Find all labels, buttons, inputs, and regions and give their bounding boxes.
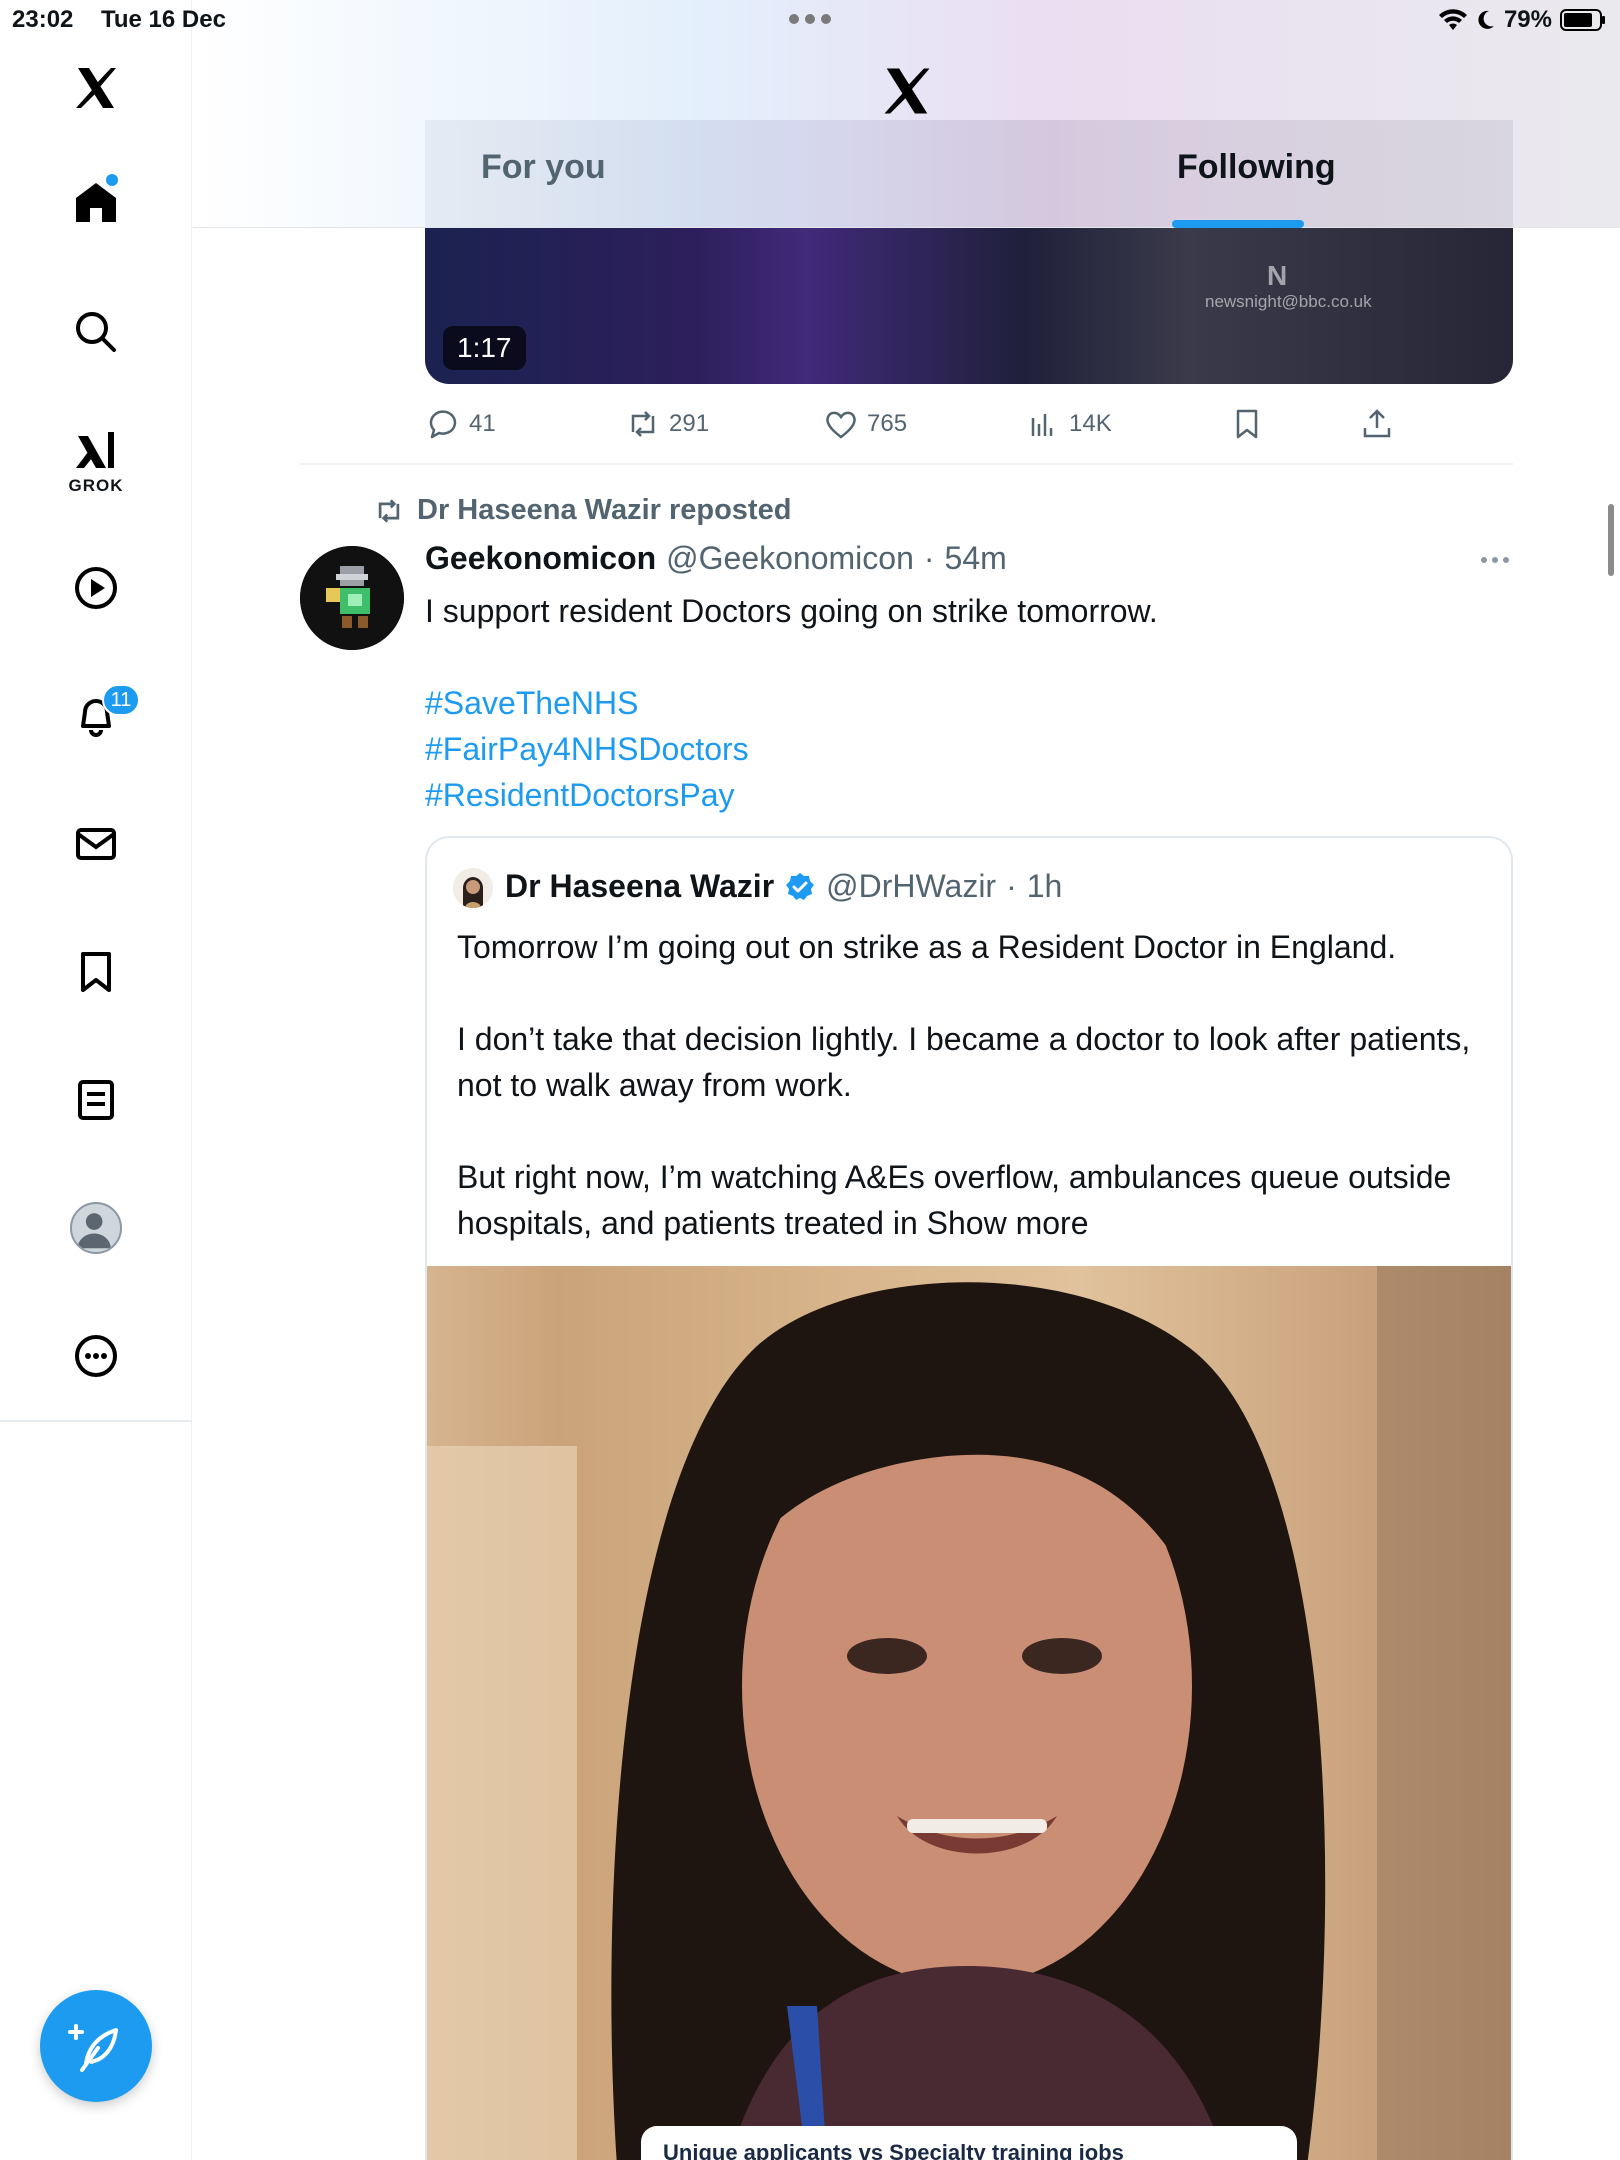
video-duration: 1:17 xyxy=(443,326,526,370)
previous-post-actions: 41 291 765 14K xyxy=(425,402,1513,446)
post-timestamp[interactable]: 54m xyxy=(945,540,1007,577)
reply-count: 41 xyxy=(469,410,496,437)
bookmark-post-button[interactable] xyxy=(1229,402,1265,446)
home-button[interactable] xyxy=(56,162,136,242)
more-button[interactable] xyxy=(56,1316,136,1396)
status-indicators: 79% xyxy=(1438,4,1606,36)
share-icon xyxy=(1363,409,1391,438)
quoted-author-portrait-icon xyxy=(453,868,493,908)
repost-count: 291 xyxy=(669,410,710,437)
hashtag-link[interactable]: #ResidentDoctorsPay xyxy=(425,772,749,818)
verified-badge-icon xyxy=(786,872,815,900)
view-count: 14K xyxy=(1069,410,1112,437)
status-time: 23:02 xyxy=(12,6,74,33)
x-logo-button[interactable] xyxy=(56,48,136,128)
video-play-icon xyxy=(75,567,117,609)
newsnight-logo: N xyxy=(1267,260,1288,291)
quoted-post-header: Dr Haseena Wazir @DrHWazir · 1h xyxy=(505,868,1062,905)
hashtag-link[interactable]: #SaveTheNHS xyxy=(425,680,749,726)
post-more-icon[interactable] xyxy=(1479,548,1511,572)
profile-avatar[interactable] xyxy=(70,1202,122,1254)
reply-icon xyxy=(429,410,457,439)
quoted-author-name[interactable]: Dr Haseena Wazir xyxy=(505,868,774,905)
video-button[interactable] xyxy=(56,548,136,628)
quoted-post[interactable]: Dr Haseena Wazir @DrHWazir · 1h Tomorrow… xyxy=(425,836,1513,2160)
more-circle-icon xyxy=(75,1335,117,1377)
battery-percent: 79% xyxy=(1503,6,1552,33)
do-not-disturb-moon-icon xyxy=(1478,10,1494,29)
tab-for-you[interactable]: For you xyxy=(481,148,606,187)
sidebar: GROK 11 xyxy=(0,0,192,2160)
tab-following[interactable]: Following xyxy=(1177,148,1336,187)
repost-icon xyxy=(631,411,655,437)
post-author-name[interactable]: Geekonomicon xyxy=(425,540,656,577)
hashtag-link[interactable]: #FairPay4NHSDoctors xyxy=(425,726,749,772)
messages-button[interactable] xyxy=(56,804,136,884)
status-bar: 23:02 Tue 16 Dec 79% xyxy=(0,0,1620,40)
x-logo-icon xyxy=(76,68,116,108)
heart-icon xyxy=(826,411,856,439)
grok-icon xyxy=(76,432,114,468)
scrollbar[interactable] xyxy=(1608,504,1614,576)
status-date: Tue 16 Dec xyxy=(101,6,226,33)
compose-button[interactable] xyxy=(40,1990,152,2102)
post-text: I support resident Doctors going on stri… xyxy=(425,593,1158,629)
post-author-handle[interactable]: @Geekonomicon xyxy=(666,540,914,577)
bookmark-icon xyxy=(1236,409,1258,439)
post-separator: · xyxy=(923,540,935,576)
active-tab-indicator xyxy=(1172,220,1304,228)
profile-icon xyxy=(77,1213,111,1249)
repost-context[interactable]: Dr Haseena Wazir reposted xyxy=(373,494,791,527)
quoted-separator: · xyxy=(1006,868,1017,904)
video-caption-card: Unique applicants vs Specialty training … xyxy=(641,2126,1297,2160)
views-chart-icon xyxy=(1031,414,1053,436)
multitasking-dots-icon[interactable] xyxy=(788,12,832,26)
compose-feather-icon xyxy=(68,2024,118,2072)
lists-button[interactable] xyxy=(56,1060,136,1140)
repost-context-text: Dr Haseena Wazir reposted xyxy=(417,494,792,526)
home-unread-dot xyxy=(106,174,118,186)
quoted-paragraph: Tomorrow I’m going out on strike as a Re… xyxy=(457,929,1397,965)
post-divider xyxy=(300,463,1513,465)
post-author-avatar[interactable] xyxy=(300,546,404,650)
quoted-post-video[interactable]: Unique applicants vs Specialty training … xyxy=(427,1266,1511,2160)
post-header: Geekonomicon @Geekonomicon · 54m xyxy=(425,540,1007,577)
post-hashtags: #SaveTheNHS #FairPay4NHSDoctors #Residen… xyxy=(425,680,749,818)
wifi-icon xyxy=(1438,9,1467,30)
search-button[interactable] xyxy=(56,292,136,372)
quoted-paragraph: But right now, I’m watching A&Es overflo… xyxy=(457,1154,1487,1246)
grok-label: GROK xyxy=(68,476,124,495)
notifications-badge: 11 xyxy=(102,684,140,716)
quoted-author-handle[interactable]: @DrHWazir xyxy=(826,868,996,905)
video-frame-illustration xyxy=(427,1266,1511,2160)
x-logo-icon[interactable] xyxy=(879,64,935,118)
quoted-timestamp[interactable]: 1h xyxy=(1027,868,1063,905)
quoted-post-text: Tomorrow I’m going out on strike as a Re… xyxy=(457,924,1487,1246)
video-watermark: newsnight@bbc.co.uk xyxy=(1205,292,1372,311)
timeline: N newsnight@bbc.co.uk 1:17 41 291 765 14… xyxy=(193,0,1620,2160)
like-count: 765 xyxy=(867,410,908,437)
quoted-author-avatar[interactable] xyxy=(453,868,493,908)
mail-icon xyxy=(76,828,116,860)
repost-button[interactable]: 291 xyxy=(625,402,709,446)
battery-icon xyxy=(1560,9,1605,31)
like-button[interactable]: 765 xyxy=(823,402,907,446)
views-button[interactable]: 14K xyxy=(1025,402,1112,446)
share-button[interactable] xyxy=(1359,402,1395,446)
reply-button[interactable]: 41 xyxy=(425,402,496,446)
pixel-knight-avatar-icon xyxy=(300,546,404,650)
quoted-paragraph: I don’t take that decision lightly. I be… xyxy=(457,1021,1471,1103)
bookmark-icon xyxy=(81,952,111,992)
list-icon xyxy=(78,1080,114,1120)
search-icon xyxy=(76,312,116,352)
sidebar-divider xyxy=(0,1420,192,1422)
bookmarks-button[interactable] xyxy=(56,932,136,1012)
repost-icon xyxy=(378,498,400,523)
show-more-link[interactable]: Show more xyxy=(927,1205,1089,1241)
